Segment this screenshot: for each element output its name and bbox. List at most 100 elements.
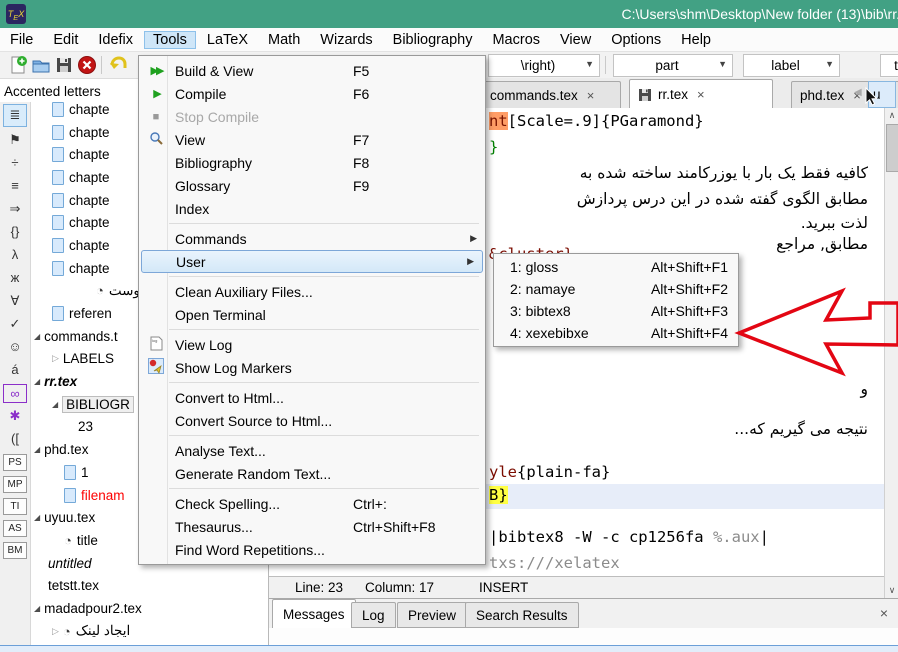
code-line-bibtex8: |bibtex8 -W -c cp1256fa %.aux|: [489, 528, 769, 546]
menu-macros[interactable]: Macros: [483, 31, 549, 49]
tree-item-tetstt-tex[interactable]: tetstt.tex: [31, 574, 268, 597]
menu-item-find-word-repetitions[interactable]: Find Word Repetitions...: [139, 538, 485, 561]
collapsed-icon[interactable]: ▷: [52, 353, 59, 364]
menu-idefix[interactable]: Idefix: [89, 31, 142, 49]
accented-letters-icon[interactable]: á: [4, 359, 26, 380]
menu-help[interactable]: Help: [672, 31, 720, 49]
expanded-icon[interactable]: ◢: [34, 377, 40, 386]
tree-label: chapte: [69, 125, 110, 140]
menu-options[interactable]: Options: [602, 31, 670, 49]
panel-close-icon[interactable]: ×: [880, 605, 888, 621]
menu-item-show-log-markers[interactable]: Show Log Markers: [139, 356, 485, 379]
save-icon[interactable]: [54, 55, 74, 75]
menu-item-clean-auxiliary-files[interactable]: Clean Auxiliary Files...: [139, 280, 485, 303]
menu-item-generate-random-text[interactable]: Generate Random Text...: [139, 462, 485, 485]
menu-item-bibliography[interactable]: BibliographyF8: [139, 151, 485, 174]
menu-item-analyse-text[interactable]: Analyse Text...: [139, 439, 485, 462]
beamer-icon[interactable]: BM: [3, 542, 27, 559]
metapost-icon[interactable]: MP: [3, 476, 27, 493]
menu-item-view[interactable]: ViewF7: [139, 128, 485, 151]
bookmarks-panel-icon[interactable]: ⚑: [4, 129, 26, 150]
pstricks-icon[interactable]: PS: [3, 454, 27, 471]
asterisk-icon[interactable]: ✱: [4, 405, 26, 426]
menu-bibliography[interactable]: Bibliography: [384, 31, 482, 49]
editor-scrollbar[interactable]: ∧ ∨: [884, 108, 898, 598]
open-file-icon[interactable]: [31, 55, 51, 75]
tikz-icon[interactable]: TI: [3, 498, 27, 515]
editor-status-bar: Line: 23 Column: 17 INSERT: [269, 576, 884, 599]
menu-item-convert-source-to-html[interactable]: Convert Source to Html...: [139, 409, 485, 432]
math-operators-icon[interactable]: ÷: [4, 152, 26, 173]
submenu-item-namaye[interactable]: 2: namayeAlt+Shift+F2: [494, 278, 738, 300]
expanded-icon[interactable]: ◢: [34, 445, 40, 454]
menu-item-convert-to-html[interactable]: Convert to Html...: [139, 386, 485, 409]
infinity-icon[interactable]: ∞: [3, 384, 27, 403]
menu-item-build-view[interactable]: ▶▶Build & ViewF5: [139, 59, 485, 82]
tree-label: chapte: [69, 193, 110, 208]
undo-icon[interactable]: [108, 55, 128, 75]
scroll-down-icon[interactable]: ∨: [886, 585, 898, 596]
menu-latex[interactable]: LaTeX: [198, 31, 257, 49]
menu-item-commands[interactable]: Commands▶: [139, 227, 485, 250]
tab-log[interactable]: Log: [351, 602, 396, 628]
cyrillic-icon[interactable]: ж: [4, 267, 26, 288]
expanded-icon[interactable]: ◢: [34, 513, 40, 522]
tree-label: title: [77, 533, 98, 548]
menu-item-open-terminal[interactable]: Open Terminal: [139, 303, 485, 326]
tab-close-icon[interactable]: ×: [697, 87, 705, 102]
menu-edit[interactable]: Edit: [44, 31, 87, 49]
tab-search-results[interactable]: Search Results: [465, 602, 579, 628]
menu-math[interactable]: Math: [259, 31, 309, 49]
logic-icon[interactable]: ∀: [4, 290, 26, 311]
structure-panel-icon[interactable]: ≣: [3, 104, 27, 127]
menu-tools[interactable]: Tools: [144, 31, 196, 49]
brackets-icon[interactable]: ([: [4, 428, 26, 449]
expanded-icon[interactable]: ◢: [52, 400, 58, 409]
menu-view[interactable]: View: [551, 31, 600, 49]
menu-wizards[interactable]: Wizards: [311, 31, 381, 49]
greek-icon[interactable]: λ: [4, 244, 26, 265]
menu-item-view-log[interactable]: logView Log: [139, 333, 485, 356]
smiley-icon[interactable]: ☺: [4, 336, 26, 357]
menu-item-user[interactable]: User▶: [141, 250, 483, 273]
tab-close-icon[interactable]: ×: [587, 88, 595, 103]
tab-messages[interactable]: Messages: [272, 599, 356, 629]
scrollbar-thumb[interactable]: [886, 124, 898, 172]
cut-off-combo[interactable]: t: [880, 54, 898, 77]
submenu-item-gloss[interactable]: 1: glossAlt+Shift+F1: [494, 256, 738, 278]
asymptote-icon[interactable]: AS: [3, 520, 27, 537]
tree-label: rr.tex: [44, 374, 77, 389]
collapsed-icon[interactable]: ▷: [52, 626, 59, 637]
close-icon[interactable]: [77, 55, 97, 75]
menu-item-index[interactable]: Index: [139, 197, 485, 220]
expanded-icon[interactable]: ◢: [34, 604, 40, 613]
tab-scroll-left-icon[interactable]: ◀: [854, 87, 862, 98]
submenu-item-bibtex8[interactable]: 3: bibtex8Alt+Shift+F3: [494, 300, 738, 322]
tab-overflow-fragment[interactable]: u: [868, 81, 896, 108]
menu-file[interactable]: File: [1, 31, 42, 49]
file-icon: [52, 170, 64, 185]
submenu-item-xexebibxe[interactable]: 4: xexebibxeAlt+Shift+F4: [494, 322, 738, 344]
menu-item-check-spelling[interactable]: Check Spelling...Ctrl+:: [139, 492, 485, 515]
tab-preview[interactable]: Preview: [397, 602, 467, 628]
tree-item-madadpour2-tex[interactable]: ◢madadpour2.tex: [31, 597, 268, 620]
sectioning-combo[interactable]: part ▼: [613, 54, 733, 77]
tree-item-create-link[interactable]: ▷◔ایجاد لینک: [31, 620, 268, 643]
delimiters-icon[interactable]: {}: [4, 221, 26, 242]
reference-combo[interactable]: label ▼: [743, 54, 840, 77]
submenu-arrow-icon: ▶: [470, 233, 477, 244]
math-delimiter-combo[interactable]: \right) ▼: [488, 54, 600, 77]
status-line: Line: 23: [295, 580, 343, 595]
tab-rr-tex[interactable]: rr.tex ×: [629, 79, 773, 109]
menu-item-compile[interactable]: ▶CompileF6: [139, 82, 485, 105]
scroll-up-icon[interactable]: ∧: [886, 110, 898, 121]
expanded-icon[interactable]: ◢: [34, 332, 40, 341]
menu-item-glossary[interactable]: GlossaryF9: [139, 174, 485, 197]
new-document-icon[interactable]: [8, 55, 28, 75]
relations-icon[interactable]: ≡: [4, 175, 26, 196]
tab-commands-tex[interactable]: commands.tex ×: [481, 81, 621, 108]
file-icon: [52, 147, 64, 162]
menu-item-thesaurus[interactable]: Thesaurus...Ctrl+Shift+F8: [139, 515, 485, 538]
arrows-icon[interactable]: ⇒: [4, 198, 26, 219]
check-icon[interactable]: ✓: [4, 313, 26, 334]
